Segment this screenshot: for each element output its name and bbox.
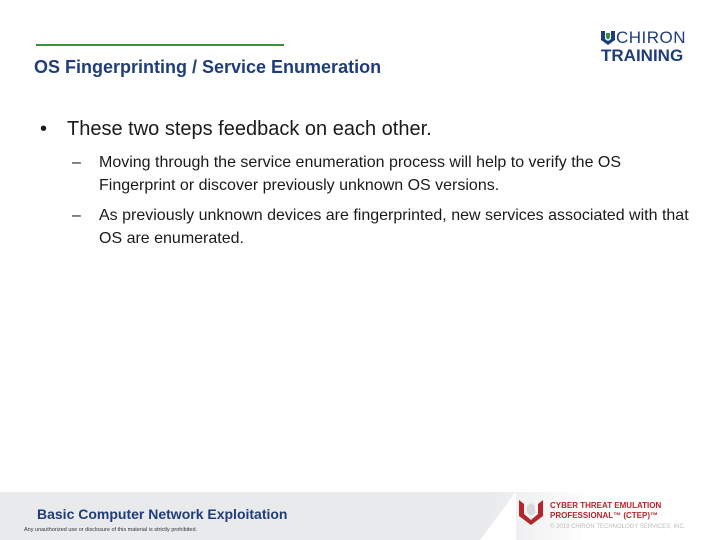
footer-band-cut bbox=[480, 492, 516, 540]
logo-text-chiron: CHIRON bbox=[616, 28, 687, 47]
legal-notice: Any unauthorized use or disclosure of th… bbox=[24, 527, 198, 533]
sub-bullet-marker: – bbox=[72, 207, 81, 224]
ctep-title-line2: PROFESSIONAL™ (CTEP)™ bbox=[550, 511, 659, 520]
chiron-training-logo: CHIRON TRAINING bbox=[600, 28, 692, 68]
logo-text-training: TRAINING bbox=[601, 46, 684, 65]
slide: OS Fingerprinting / Service Enumeration … bbox=[0, 0, 720, 540]
slide-title: OS Fingerprinting / Service Enumeration bbox=[34, 57, 382, 77]
ctep-title-line1: CYBER THREAT EMULATION bbox=[550, 501, 662, 510]
bullet-marker: • bbox=[40, 118, 48, 140]
bullet-text: These two steps feedback on each other. bbox=[67, 118, 432, 140]
title-rule bbox=[36, 44, 284, 46]
copyright-notice: © 2019 CHIRON TECHNOLOGY SERVICES, INC. bbox=[550, 524, 686, 530]
sub-bullet-text: As previously unknown devices are finger… bbox=[99, 207, 689, 247]
course-title: Basic Computer Network Exploitation bbox=[37, 506, 288, 522]
chiron-shield-icon bbox=[601, 31, 615, 45]
sub-bullet-text: Moving through the service enumeration p… bbox=[99, 154, 622, 194]
ctep-shield-icon bbox=[519, 500, 543, 525]
sub-bullet-marker: – bbox=[72, 154, 81, 171]
